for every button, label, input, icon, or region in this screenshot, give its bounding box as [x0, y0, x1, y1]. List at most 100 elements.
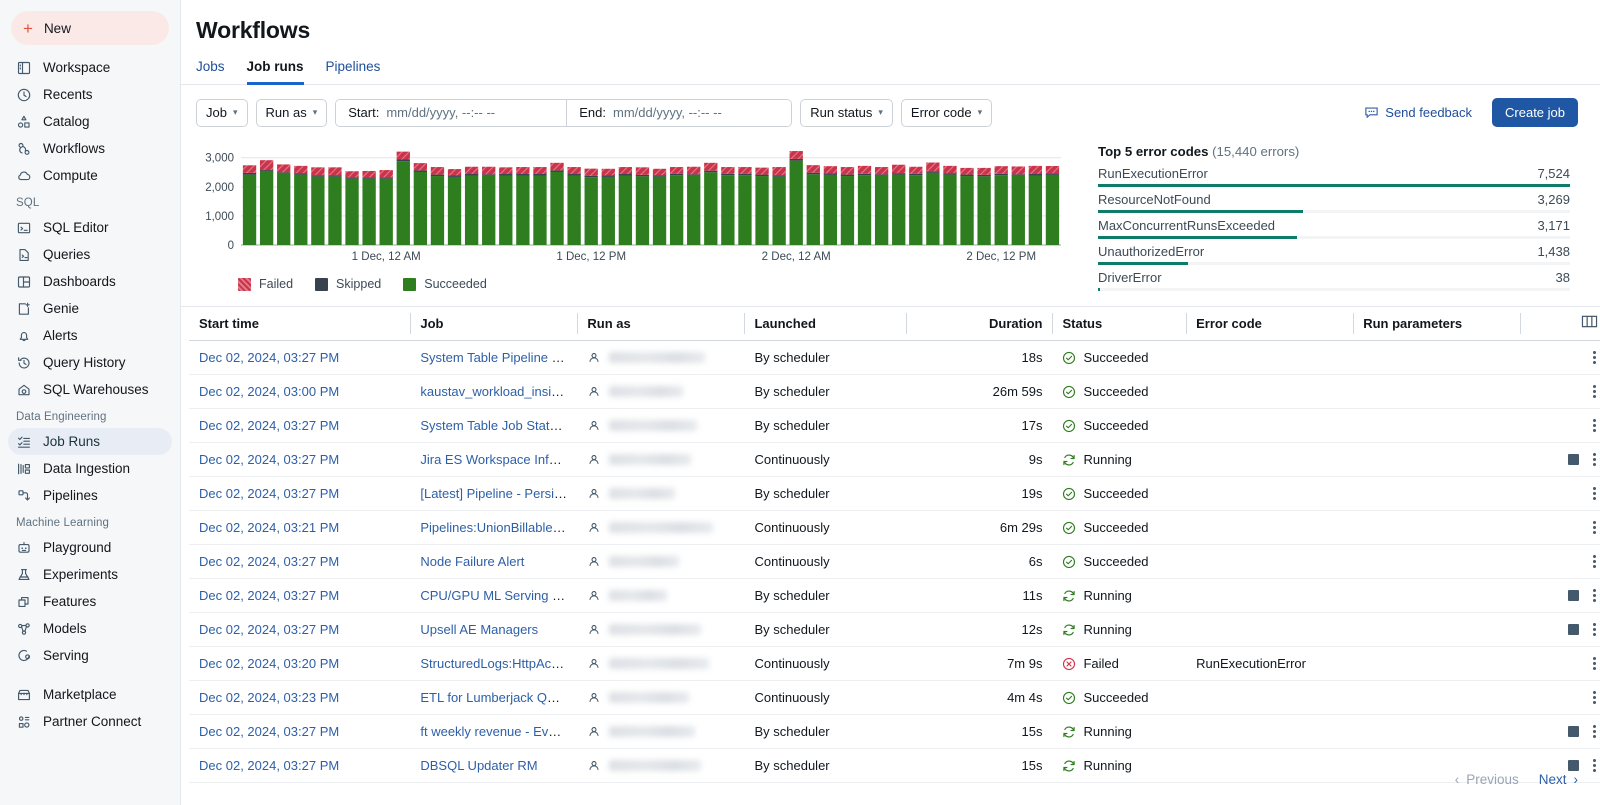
- filter-run-as[interactable]: Run as ▾: [256, 99, 328, 127]
- chart-bar-succeeded[interactable]: [431, 176, 444, 245]
- chart-bar-failed[interactable]: [243, 165, 256, 173]
- chart-bar-succeeded[interactable]: [841, 176, 854, 245]
- chart-bar-skipped[interactable]: [550, 170, 563, 172]
- chart-bar-skipped[interactable]: [619, 174, 632, 175]
- chart-bar-failed[interactable]: [704, 163, 717, 171]
- error-code-row[interactable]: MaxConcurrentRunsExceeded3,171: [1098, 218, 1570, 239]
- cell-job[interactable]: ETL for Lumberjack QPL...: [410, 681, 577, 715]
- chart-bar-failed[interactable]: [550, 163, 563, 171]
- start-time-link[interactable]: Dec 02, 2024, 03:21 PM: [199, 520, 339, 535]
- start-time-link[interactable]: Dec 02, 2024, 03:27 PM: [199, 452, 339, 467]
- chart-bar-skipped[interactable]: [260, 170, 273, 172]
- chart-bar-skipped[interactable]: [909, 174, 922, 175]
- chart-bar-succeeded[interactable]: [1029, 175, 1042, 245]
- chart-bar-skipped[interactable]: [465, 174, 478, 175]
- chart-bar-succeeded[interactable]: [824, 175, 837, 245]
- chart-bar-skipped[interactable]: [653, 175, 666, 176]
- chart-bar-skipped[interactable]: [328, 175, 341, 176]
- start-time-link[interactable]: Dec 02, 2024, 03:00 PM: [199, 384, 339, 399]
- chart-bar-skipped[interactable]: [875, 174, 888, 175]
- start-time-link[interactable]: Dec 02, 2024, 03:23 PM: [199, 690, 339, 705]
- job-link[interactable]: ft weekly revenue - Ever...: [420, 724, 570, 739]
- chart-bar-succeeded[interactable]: [858, 175, 871, 245]
- column-header-status[interactable]: Status: [1052, 307, 1186, 341]
- chart-bar-skipped[interactable]: [380, 177, 393, 178]
- chart-bar-failed[interactable]: [311, 167, 324, 175]
- chart-bar-skipped[interactable]: [755, 175, 768, 176]
- sidebar-item-genie[interactable]: Genie: [8, 295, 172, 322]
- cell-job[interactable]: System Table Job Status...: [410, 409, 577, 443]
- cell-job[interactable]: [Latest] Pipeline - Persis...: [410, 477, 577, 511]
- column-header-launched[interactable]: Launched: [744, 307, 906, 341]
- chart-bar-succeeded[interactable]: [977, 176, 990, 245]
- chart-bar-skipped[interactable]: [807, 173, 820, 175]
- filter-error-code[interactable]: Error code ▾: [901, 99, 992, 127]
- chart-bar-succeeded[interactable]: [414, 172, 427, 245]
- row-menu-button[interactable]: [1591, 587, 1598, 604]
- start-time-link[interactable]: Dec 02, 2024, 03:20 PM: [199, 656, 339, 671]
- chart-bar-skipped[interactable]: [1029, 174, 1042, 175]
- stop-run-button[interactable]: [1568, 454, 1579, 465]
- column-header-start-time[interactable]: Start time: [189, 307, 410, 341]
- column-header-duration[interactable]: Duration: [906, 307, 1052, 341]
- job-link[interactable]: Upsell AE Managers: [420, 622, 538, 637]
- chart-bar-skipped[interactable]: [858, 174, 871, 175]
- chart-bar-skipped[interactable]: [482, 174, 495, 175]
- sidebar-item-experiments[interactable]: Experiments: [8, 561, 172, 588]
- cell-start-time[interactable]: Dec 02, 2024, 03:23 PM: [189, 681, 410, 715]
- chart-bar-succeeded[interactable]: [311, 177, 324, 245]
- sidebar-item-marketplace[interactable]: Marketplace: [8, 681, 172, 708]
- row-menu-button[interactable]: [1591, 621, 1598, 638]
- previous-page-button[interactable]: ‹ Previous: [1455, 772, 1519, 787]
- chart-bar-succeeded[interactable]: [670, 175, 683, 245]
- chart-bar-failed[interactable]: [636, 167, 649, 175]
- error-code-row[interactable]: UnauthorizedError1,438: [1098, 244, 1570, 265]
- row-menu-button[interactable]: [1591, 723, 1598, 740]
- chart-bar-failed[interactable]: [585, 169, 598, 176]
- sidebar-item-data-ingestion[interactable]: Data Ingestion: [8, 455, 172, 482]
- row-menu-button[interactable]: [1591, 553, 1598, 570]
- chart-bar-skipped[interactable]: [995, 174, 1008, 175]
- tab-job-runs[interactable]: Job runs: [247, 59, 304, 85]
- job-link[interactable]: System Table Job Status...: [420, 418, 574, 433]
- chart-bar-failed[interactable]: [567, 167, 580, 174]
- chart-bar-succeeded[interactable]: [260, 172, 273, 245]
- chart-bar-failed[interactable]: [670, 167, 683, 174]
- chart-bar-failed[interactable]: [397, 152, 410, 160]
- row-menu-button[interactable]: [1591, 485, 1598, 502]
- filter-run-status[interactable]: Run status ▾: [800, 99, 893, 127]
- cell-job[interactable]: ft weekly revenue - Ever...: [410, 715, 577, 749]
- cell-start-time[interactable]: Dec 02, 2024, 03:27 PM: [189, 613, 410, 647]
- job-link[interactable]: StructuredLogs:HttpAcc...: [420, 656, 568, 671]
- stop-run-button[interactable]: [1568, 760, 1579, 771]
- start-time-link[interactable]: Dec 02, 2024, 03:27 PM: [199, 724, 339, 739]
- sidebar-item-dashboards[interactable]: Dashboards: [8, 268, 172, 295]
- chart-bar-skipped[interactable]: [294, 173, 307, 174]
- cell-job[interactable]: DBSQL Updater RM: [410, 749, 577, 783]
- chart-bar-failed[interactable]: [943, 166, 956, 173]
- next-page-button[interactable]: Next ›: [1539, 772, 1578, 787]
- chart-bar-skipped[interactable]: [1012, 174, 1025, 175]
- filter-job[interactable]: Job ▾: [196, 99, 248, 127]
- column-header-error-code[interactable]: Error code: [1186, 307, 1353, 341]
- chart-bar-succeeded[interactable]: [585, 177, 598, 245]
- chart-bar-skipped[interactable]: [448, 175, 461, 176]
- chart-bar-failed[interactable]: [380, 170, 393, 177]
- chart-bar-failed[interactable]: [858, 166, 871, 174]
- chart-bar-failed[interactable]: [277, 164, 290, 172]
- chart-bar-succeeded[interactable]: [448, 177, 461, 245]
- chart-bar-skipped[interactable]: [943, 173, 956, 174]
- chart-bar-succeeded[interactable]: [721, 175, 734, 245]
- table-row[interactable]: Dec 02, 2024, 03:23 PM ETL for Lumberjack…: [189, 681, 1600, 715]
- chart-bar-failed[interactable]: [977, 168, 990, 175]
- chart-bar-skipped[interactable]: [772, 175, 785, 176]
- column-header-run-as[interactable]: Run as: [577, 307, 744, 341]
- chart-bar-failed[interactable]: [260, 160, 273, 170]
- chart-bar-failed[interactable]: [602, 169, 615, 176]
- chart-bar-failed[interactable]: [516, 167, 529, 174]
- chart-bar-failed[interactable]: [755, 168, 768, 175]
- chart-bar-skipped[interactable]: [687, 174, 700, 175]
- sidebar-item-query-history[interactable]: Query History: [8, 349, 172, 376]
- cell-start-time[interactable]: Dec 02, 2024, 03:21 PM: [189, 511, 410, 545]
- chart-bar-skipped[interactable]: [397, 159, 410, 161]
